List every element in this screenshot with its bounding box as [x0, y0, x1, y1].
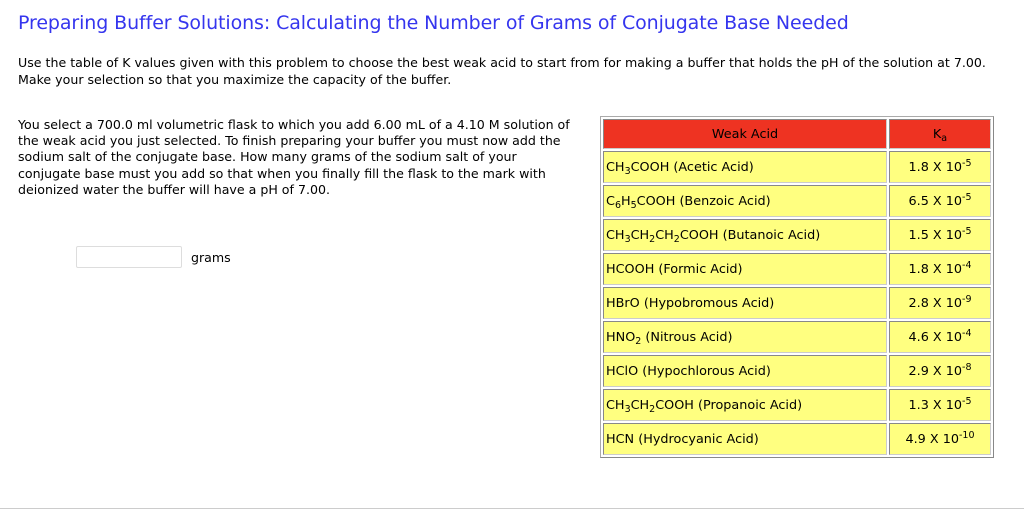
table-row: HClO (Hypochlorous Acid) 2.9 X 10-8: [603, 355, 991, 387]
table-row: CH3CH2COOH (Propanoic Acid) 1.3 X 10-5: [603, 389, 991, 421]
weak-acid-cell: CH3COOH (Acetic Acid): [603, 151, 887, 183]
ka-value-cell: 4.9 X 10-10: [889, 423, 991, 455]
weak-acid-cell: HBrO (Hypobromous Acid): [603, 287, 887, 319]
ka-value-cell: 2.8 X 10-9: [889, 287, 991, 319]
weak-acid-cell: HCN (Hydrocyanic Acid): [603, 423, 887, 455]
table-row: HCOOH (Formic Acid) 1.8 X 10-4: [603, 253, 991, 285]
weak-acid-cell: HNO2 (Nitrous Acid): [603, 321, 887, 353]
ka-value-cell: 6.5 X 10-5: [889, 185, 991, 217]
instructions-text: Use the table of K values given with thi…: [18, 55, 986, 87]
grams-unit-label: grams: [191, 249, 231, 265]
problem-text: You select a 700.0 ml volumetric flask t…: [18, 117, 570, 197]
grams-answer-input[interactable]: [76, 246, 182, 268]
ka-value-cell: 1.3 X 10-5: [889, 389, 991, 421]
weak-acid-cell: HClO (Hypochlorous Acid): [603, 355, 887, 387]
ka-value-cell: 2.9 X 10-8: [889, 355, 991, 387]
ka-value-cell: 1.5 X 10-5: [889, 219, 991, 251]
table-row: HCN (Hydrocyanic Acid) 4.9 X 10-10: [603, 423, 991, 455]
weak-acid-header: Weak Acid: [603, 119, 887, 149]
table-row: CH3COOH (Acetic Acid) 1.8 X 10-5: [603, 151, 991, 183]
weak-acid-cell: HCOOH (Formic Acid): [603, 253, 887, 285]
answer-row: grams: [76, 246, 231, 268]
table-header-row: Weak Acid Ka: [603, 119, 991, 149]
divider: [0, 508, 1024, 509]
table-row: HBrO (Hypobromous Acid) 2.8 X 10-9: [603, 287, 991, 319]
weak-acid-cell: C6H5COOH (Benzoic Acid): [603, 185, 887, 217]
table-row: C6H5COOH (Benzoic Acid) 6.5 X 10-5: [603, 185, 991, 217]
ka-value-cell: 4.6 X 10-4: [889, 321, 991, 353]
table-row: CH3CH2CH2COOH (Butanoic Acid) 1.5 X 10-5: [603, 219, 991, 251]
weak-acid-cell: CH3CH2CH2COOH (Butanoic Acid): [603, 219, 887, 251]
ka-value-cell: 1.8 X 10-4: [889, 253, 991, 285]
ka-table: Weak Acid Ka CH3COOH (Acetic Acid) 1.8 X …: [600, 116, 994, 458]
table-row: HNO2 (Nitrous Acid) 4.6 X 10-4: [603, 321, 991, 353]
ka-header: Ka: [889, 119, 991, 149]
page-title: Preparing Buffer Solutions: Calculating …: [18, 12, 849, 34]
ka-value-cell: 1.8 X 10-5: [889, 151, 991, 183]
weak-acid-cell: CH3CH2COOH (Propanoic Acid): [603, 389, 887, 421]
